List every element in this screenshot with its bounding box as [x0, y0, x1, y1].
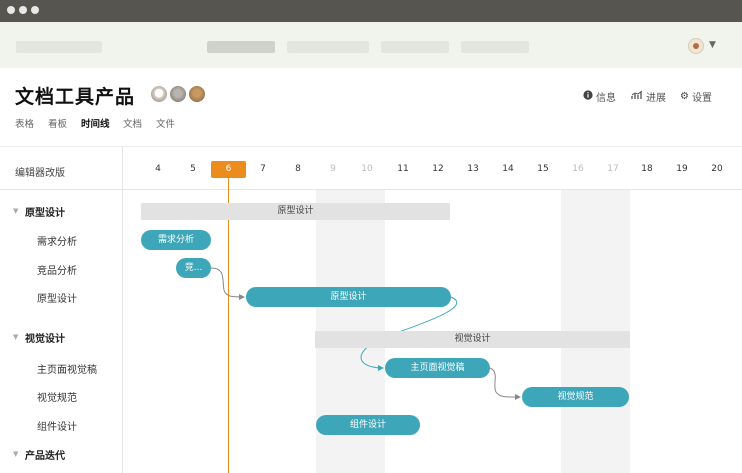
day-label: 10	[361, 164, 373, 174]
gantt-left-divider	[122, 146, 123, 473]
day-label: 20	[711, 164, 723, 174]
day-label: 13	[467, 164, 479, 174]
nav-item-placeholder[interactable]	[381, 41, 449, 53]
top-nav-bar	[0, 22, 742, 68]
task-label[interactable]: 组件设计	[37, 418, 77, 433]
progress-chart-icon	[631, 90, 643, 103]
collapse-arrow-icon[interactable]: ▼	[13, 333, 18, 341]
gantt-project-name: 编辑器改版	[15, 168, 65, 179]
task-bar[interactable]: 主页面视觉稿	[385, 358, 490, 378]
window-minimize-dot[interactable]	[19, 6, 27, 14]
task-bar[interactable]: 竞...	[176, 258, 211, 278]
day-label: 8	[295, 164, 301, 174]
day-label: 7	[260, 164, 266, 174]
gantt-header-divider	[0, 189, 742, 190]
day-label: 12	[432, 164, 444, 174]
task-label[interactable]: 原型设计	[37, 290, 77, 305]
day-label: 16	[572, 164, 584, 174]
task-label[interactable]: 需求分析	[37, 233, 77, 248]
task-bar[interactable]: 视觉规范	[522, 387, 629, 407]
group-label[interactable]: 产品迭代	[25, 447, 65, 462]
nav-item-placeholder[interactable]	[461, 41, 529, 53]
window-zoom-dot[interactable]	[31, 6, 39, 14]
tab-board[interactable]: 看板	[48, 116, 67, 130]
collapse-arrow-icon[interactable]: ▼	[13, 450, 18, 458]
day-label: 15	[537, 164, 549, 174]
progress-label: 进展	[646, 93, 666, 104]
day-label: 14	[502, 164, 514, 174]
task-bar[interactable]: 原型设计	[246, 287, 451, 307]
user-avatar[interactable]	[688, 38, 704, 54]
gear-icon: ⚙	[680, 91, 689, 102]
nav-item-placeholder-active[interactable]	[207, 41, 275, 53]
chevron-down-icon[interactable]: ▼	[709, 40, 716, 50]
member-avatar[interactable]	[168, 84, 188, 104]
collapse-arrow-icon[interactable]: ▼	[13, 207, 18, 215]
tab-docs[interactable]: 文档	[123, 116, 142, 130]
day-label: 5	[190, 164, 196, 174]
group-bar[interactable]: 视觉设计	[315, 331, 630, 348]
task-bar[interactable]: 需求分析	[141, 230, 211, 250]
task-label[interactable]: 视觉规范	[37, 389, 77, 404]
settings-button[interactable]: ⚙ 设置	[680, 89, 712, 104]
day-label: 4	[155, 164, 161, 174]
task-label[interactable]: 主页面视觉稿	[37, 361, 97, 376]
day-label: 11	[397, 164, 409, 174]
window-close-dot[interactable]	[7, 6, 15, 14]
day-label: 18	[641, 164, 653, 174]
window-titlebar	[0, 0, 742, 22]
settings-label: 设置	[691, 93, 712, 104]
today-line	[228, 178, 229, 473]
member-avatar[interactable]	[187, 84, 207, 104]
progress-button[interactable]: 进展	[631, 89, 666, 104]
member-avatar[interactable]	[149, 84, 169, 104]
tab-timeline[interactable]: 时间线	[81, 116, 110, 130]
group-label[interactable]: 原型设计	[25, 204, 65, 219]
day-label: 17	[607, 164, 619, 174]
info-icon	[583, 90, 593, 103]
day-label: 19	[676, 164, 688, 174]
info-button[interactable]: 信息	[583, 89, 616, 104]
group-label[interactable]: 视觉设计	[25, 330, 65, 345]
nav-logo-placeholder	[16, 41, 102, 53]
day-label-today: 6	[225, 164, 232, 174]
info-label: 信息	[596, 93, 616, 104]
nav-item-placeholder[interactable]	[287, 41, 369, 53]
group-bar[interactable]: 原型设计	[141, 203, 450, 220]
task-label[interactable]: 竞品分析	[37, 262, 77, 277]
tab-table[interactable]: 表格	[15, 116, 34, 130]
day-label: 9	[330, 164, 336, 174]
task-bar[interactable]: 组件设计	[316, 415, 420, 435]
tab-files[interactable]: 文件	[156, 116, 175, 130]
page-title: 文档工具产品	[15, 86, 136, 108]
gantt-top-divider	[0, 146, 742, 147]
